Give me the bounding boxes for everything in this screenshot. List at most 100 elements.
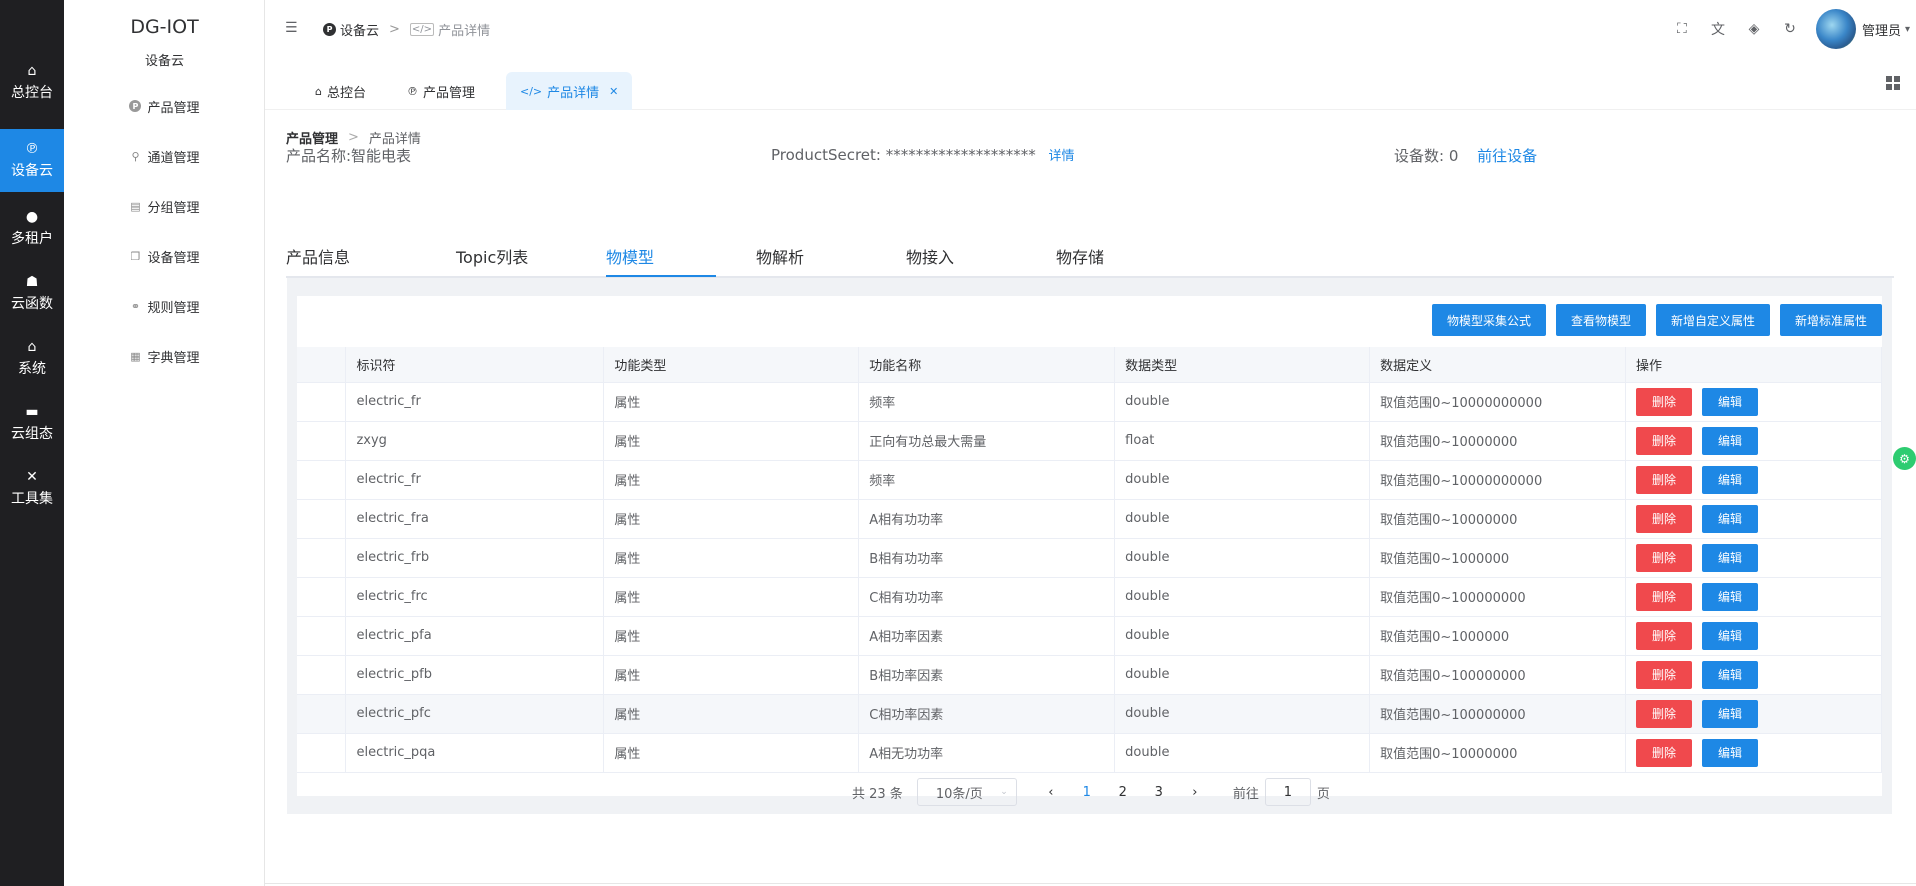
- rail-item-device-cloud[interactable]: ℗ 设备云: [0, 129, 64, 192]
- table-row: electric_fr 属性 频率 double 取值范围0~10000000000 删除…: [297, 460, 1882, 500]
- edit-button[interactable]: 编辑: [1702, 699, 1759, 728]
- tab-topic-list[interactable]: Topic列表: [456, 244, 528, 268]
- edit-button[interactable]: 编辑: [1702, 465, 1759, 494]
- rail-item-tenant[interactable]: ● 多租户: [0, 198, 64, 258]
- delete-button[interactable]: 删除: [1636, 543, 1693, 572]
- delete-button[interactable]: 删除: [1636, 738, 1693, 767]
- table-cell: 频率: [858, 382, 1116, 422]
- table-cell: [297, 694, 347, 734]
- goto-device-link[interactable]: 前往设备: [1477, 147, 1537, 165]
- table-cell: electric_frc: [345, 577, 605, 617]
- settings-float-icon[interactable]: ⚙: [1893, 447, 1916, 470]
- table-cell: 取值范围0~100000000: [1369, 655, 1627, 695]
- submenu-item-group[interactable]: ▤ 分组管理: [64, 191, 265, 221]
- rail-item-dashboard[interactable]: ⌂ 总控台: [0, 52, 64, 112]
- delete-button[interactable]: 删除: [1636, 504, 1693, 533]
- delete-button[interactable]: 删除: [1636, 387, 1693, 416]
- house-icon: ⌂: [27, 338, 37, 355]
- fold-menu-icon[interactable]: ☰: [285, 20, 298, 36]
- edit-button[interactable]: 编辑: [1702, 426, 1759, 455]
- submenu-item-product[interactable]: P 产品管理: [64, 91, 265, 121]
- table-cell: 属性: [603, 733, 860, 773]
- translate-icon[interactable]: 文: [1700, 19, 1736, 39]
- delete-button[interactable]: 删除: [1636, 582, 1693, 611]
- close-icon[interactable]: ✕: [609, 85, 618, 98]
- tab-thing-access[interactable]: 物接入: [906, 244, 954, 268]
- edit-button[interactable]: 编辑: [1702, 543, 1759, 572]
- edit-button[interactable]: 编辑: [1702, 738, 1759, 767]
- table-cell-actions: 删除 编辑: [1625, 460, 1882, 500]
- delete-button[interactable]: 删除: [1636, 426, 1693, 455]
- breadcrumb-current: 产品详情: [438, 24, 491, 39]
- table-cell: double: [1114, 616, 1371, 656]
- home-icon: ⌂: [27, 62, 37, 79]
- delete-button[interactable]: 删除: [1636, 699, 1693, 728]
- breadcrumb-separator: >: [348, 130, 359, 145]
- prev-page-icon[interactable]: ‹: [1033, 785, 1069, 800]
- tab-thing-parse[interactable]: 物解析: [756, 244, 804, 268]
- user-name[interactable]: 管理员: [1862, 20, 1901, 39]
- edit-button[interactable]: 编辑: [1702, 387, 1759, 416]
- table-cell: 频率: [858, 460, 1116, 500]
- column-header: 数据定义: [1369, 347, 1627, 383]
- table-cell: 属性: [603, 382, 860, 422]
- edit-button[interactable]: 编辑: [1702, 621, 1759, 650]
- table-cell: electric_fr: [345, 460, 605, 500]
- edit-button[interactable]: 编辑: [1702, 660, 1759, 689]
- rail-item-tools[interactable]: ✕ 工具集: [0, 458, 64, 518]
- collect-formula-button[interactable]: 物模型采集公式: [1431, 304, 1546, 336]
- tag-dashboard[interactable]: ⌂ 总控台: [301, 72, 380, 110]
- page-number[interactable]: 3: [1141, 785, 1177, 800]
- table-cell: electric_pfb: [345, 655, 605, 695]
- page-size-select[interactable]: 10条/页 ⌄: [916, 778, 1017, 806]
- fullscreen-icon[interactable]: ⛶: [1664, 21, 1700, 37]
- rail-item-label: 总控台: [11, 84, 53, 101]
- add-standard-property-button[interactable]: 新增标准属性: [1779, 304, 1882, 336]
- submenu-item-channel[interactable]: ⚲ 通道管理: [64, 141, 265, 171]
- table-cell: 属性: [603, 538, 860, 578]
- avatar[interactable]: [1815, 9, 1856, 49]
- theme-icon[interactable]: ◈: [1736, 21, 1772, 37]
- p-circle-icon: P: [323, 23, 336, 36]
- rail-item-cloud-config[interactable]: ▬ 云组态: [0, 393, 64, 453]
- secret-detail-link[interactable]: 详情: [1049, 149, 1075, 164]
- table-cell: C相功率因素: [858, 694, 1116, 734]
- table-cell: float: [1114, 421, 1371, 461]
- submenu-item-label: 设备管理: [147, 250, 200, 266]
- tag-product-detail[interactable]: </> 产品详情 ✕: [506, 72, 633, 110]
- delete-button[interactable]: 删除: [1636, 621, 1693, 650]
- delete-button[interactable]: 删除: [1636, 660, 1693, 689]
- table-row: electric_pfa 属性 A相功率因素 double 取值范围0~1000000 删…: [297, 616, 1882, 656]
- add-custom-property-button[interactable]: 新增自定义属性: [1655, 304, 1770, 336]
- next-page-icon[interactable]: ›: [1177, 785, 1213, 800]
- tag-product-manage[interactable]: ℗ 产品管理: [393, 72, 489, 110]
- table-cell: double: [1114, 577, 1371, 617]
- goto-prefix: 前往: [1232, 786, 1259, 802]
- tab-thing-model[interactable]: 物模型: [606, 244, 654, 268]
- submenu-item-rule[interactable]: ⚭ 规则管理: [64, 291, 265, 321]
- submenu-item-dict[interactable]: ▦ 字典管理: [64, 341, 265, 371]
- submenu-item-device[interactable]: ❐ 设备管理: [64, 241, 265, 271]
- submenu-item-label: 规则管理: [147, 300, 200, 316]
- column-header: 标识符: [345, 347, 605, 383]
- page-number[interactable]: 1: [1069, 785, 1105, 800]
- page-number[interactable]: 2: [1105, 785, 1141, 800]
- edit-button[interactable]: 编辑: [1702, 582, 1759, 611]
- grid-menu-icon[interactable]: [1886, 76, 1900, 90]
- view-thing-model-button[interactable]: 查看物模型: [1555, 304, 1646, 336]
- table-cell: 取值范围0~1000000: [1369, 616, 1627, 656]
- tab-thing-storage[interactable]: 物存储: [1056, 244, 1104, 268]
- breadcrumb-root[interactable]: 设备云: [340, 20, 379, 39]
- rail-item-cloud-function[interactable]: ☗ 云函数: [0, 263, 64, 323]
- edit-button[interactable]: 编辑: [1702, 504, 1759, 533]
- rail-item-system[interactable]: ⌂ 系统: [0, 328, 64, 388]
- tab-product-info[interactable]: 产品信息: [286, 244, 350, 268]
- table-cell: [297, 421, 347, 461]
- submenu-item-label: 分组管理: [147, 200, 200, 216]
- delete-button[interactable]: 删除: [1636, 465, 1693, 494]
- refresh-icon[interactable]: ↻: [1772, 21, 1808, 37]
- goto-page-input[interactable]: 1: [1264, 778, 1311, 806]
- table-cell: 取值范围0~10000000000: [1369, 382, 1627, 422]
- chevron-down-icon[interactable]: ▾: [1905, 24, 1910, 35]
- column-header: 功能名称: [858, 347, 1116, 383]
